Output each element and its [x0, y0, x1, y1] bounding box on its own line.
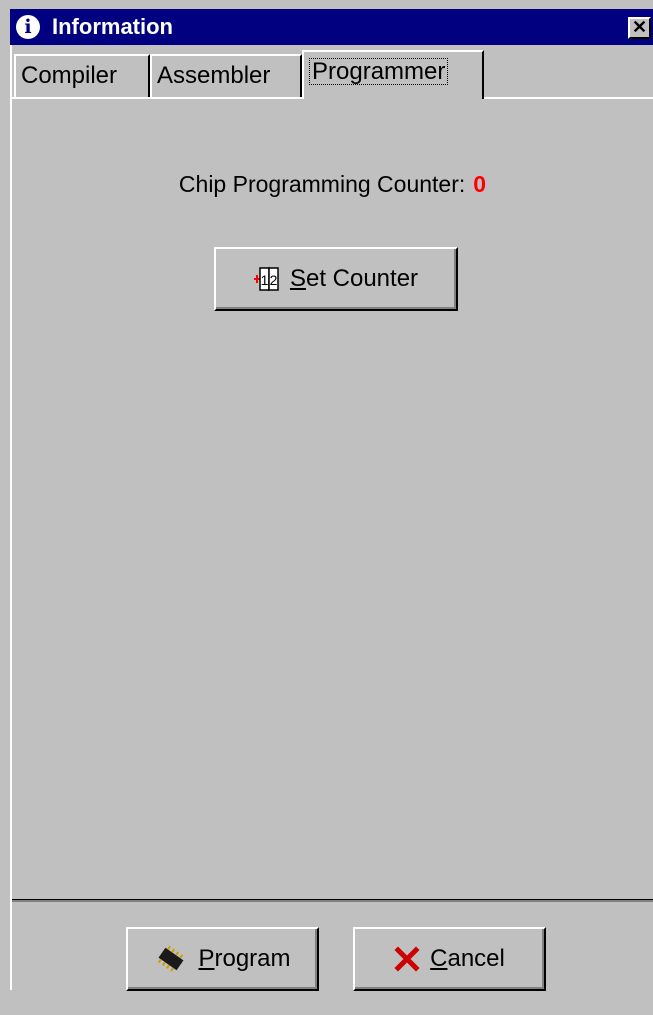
window-title: Information [52, 14, 173, 39]
close-button[interactable]: ✕ [628, 17, 651, 39]
tab-programmer-label: Programmer [309, 58, 449, 85]
program-button[interactable]: Program [126, 927, 319, 991]
panel-bottom-shadow [12, 900, 653, 902]
program-label: Program [198, 945, 291, 972]
close-icon: ✕ [631, 17, 648, 37]
tab-assembler[interactable]: Assembler [150, 54, 302, 97]
cancel-x-icon [394, 946, 420, 972]
programmer-tab-page: Chip Programming Counter: 0 [12, 97, 653, 899]
svg-text:1: 1 [261, 272, 269, 288]
counter-label: Chip Programming Counter: [178, 171, 466, 197]
tab-compiler[interactable]: Compiler [14, 54, 150, 97]
tab-programmer[interactable]: Programmer [302, 50, 484, 99]
counter-icon: 1 2 [253, 267, 279, 291]
title-bar[interactable]: i Information ✕ [10, 9, 653, 45]
tab-assembler-label: Assembler [157, 62, 271, 89]
info-icon: i [16, 15, 40, 39]
counter-line: Chip Programming Counter: 0 [12, 171, 653, 198]
information-window: i Information ✕ Compiler Assembler Progr… [0, 0, 653, 1015]
counter-value: 0 [473, 171, 487, 197]
cancel-label: Cancel [430, 945, 505, 972]
svg-text:2: 2 [270, 272, 278, 288]
cancel-button[interactable]: Cancel [353, 927, 546, 991]
tab-compiler-label: Compiler [21, 62, 118, 89]
set-counter-label: Set Counter [289, 265, 419, 292]
chip-icon [158, 945, 184, 972]
set-counter-button[interactable]: 1 2 Set Counter [214, 247, 458, 311]
